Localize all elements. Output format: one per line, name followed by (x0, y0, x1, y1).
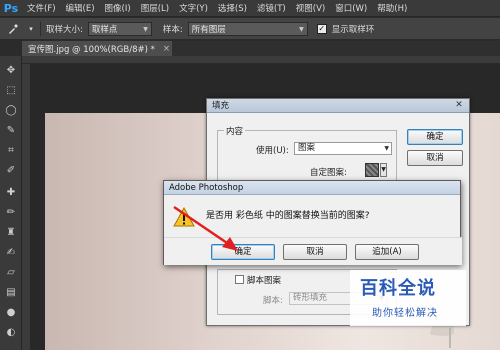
alert-cancel-button[interactable]: 取消 (283, 244, 347, 260)
show-ring-checkbox[interactable]: ✓ (316, 23, 327, 34)
sample-label: 样本: (162, 24, 183, 35)
use-value: 图案 (298, 143, 316, 153)
chevron-down-icon[interactable]: ▼ (380, 163, 387, 177)
photoshop-logo: Ps (3, 1, 19, 15)
chevron-down-icon: ▼ (299, 25, 304, 33)
healing-tool-icon[interactable]: ✚ (4, 186, 18, 200)
close-icon[interactable]: ✕ (453, 100, 465, 111)
menu-bar: Ps 文件(F) 编辑(E) 图像(I) 图层(L) 文字(Y) 选择(S) 滤… (0, 0, 500, 17)
eyedropper-tool-icon[interactable]: ✐ (4, 164, 18, 178)
menu-type[interactable]: 文字(Y) (174, 2, 213, 14)
crop-tool-icon[interactable]: ⌗ (4, 144, 18, 158)
ruler-vertical (22, 64, 30, 350)
sample-size-select[interactable]: 取样点 ▼ (87, 21, 152, 36)
gradient-tool-icon[interactable]: ▤ (4, 286, 18, 300)
menu-filter[interactable]: 滤镜(T) (252, 2, 291, 14)
eyedropper-icon[interactable] (4, 21, 22, 37)
sample-select[interactable]: 所有图层 ▼ (187, 21, 308, 36)
history-brush-icon[interactable]: ✍ (4, 246, 18, 260)
divider (40, 21, 41, 36)
use-label: 使用(U): (256, 146, 289, 156)
menu-image[interactable]: 图像(I) (100, 2, 136, 14)
lasso-tool-icon[interactable]: ◯ (4, 104, 18, 118)
menu-edit[interactable]: 编辑(E) (61, 2, 100, 14)
menu-help[interactable]: 帮助(H) (372, 2, 412, 14)
menu-layer[interactable]: 图层(L) (136, 2, 174, 14)
cancel-button[interactable]: 取消 (407, 150, 463, 166)
brush-tool-icon[interactable]: ✏ (4, 206, 18, 220)
move-tool-icon[interactable]: ✥ (4, 64, 18, 78)
script-label: 脚本: (263, 296, 283, 306)
chevron-down-icon[interactable]: ▾ (27, 21, 35, 37)
fill-dialog-title: 填充 (207, 99, 469, 113)
script-value: 砖形填充 (293, 293, 328, 303)
menu-window[interactable]: 窗口(W) (330, 2, 372, 14)
sample-size-value: 取样点 (91, 24, 118, 35)
menu-view[interactable]: 视图(V) (291, 2, 330, 14)
quick-select-tool-icon[interactable]: ✎ (4, 124, 18, 138)
watermark-title: 百科全说 (360, 278, 436, 299)
options-bar: ▾ 取样大小: 取样点 ▼ 样本: 所有图层 ▼ ✓ 显示取样环 (0, 18, 500, 40)
watermark: 百科全说 助你轻松解决 (350, 270, 466, 326)
document-tab[interactable]: 宣传图.jpg @ 100%(RGB/8#) * × (22, 41, 172, 56)
custom-pattern-label: 自定图案: (310, 168, 347, 178)
dodge-tool-icon[interactable]: ◐ (4, 326, 18, 340)
eraser-tool-icon[interactable]: ▱ (4, 266, 18, 280)
chevron-down-icon: ▼ (143, 25, 148, 33)
script-pattern-checkbox[interactable] (235, 275, 244, 284)
ok-button[interactable]: 确定 (407, 129, 463, 145)
script-pattern-label: 脚本图案 (247, 276, 282, 286)
close-icon[interactable]: × (163, 44, 170, 54)
menu-select[interactable]: 选择(S) (213, 2, 252, 14)
document-tab-bar: 宣传图.jpg @ 100%(RGB/8#) * × (22, 41, 500, 56)
alert-append-button[interactable]: 追加(A) (355, 244, 419, 260)
show-ring-label: 显示取样环 (331, 24, 375, 35)
chevron-down-icon: ▼ (384, 145, 389, 152)
annotation-arrow (173, 205, 238, 251)
sample-size-label: 取样大小: (46, 24, 83, 35)
pattern-swatch[interactable] (365, 163, 379, 177)
document-tab-label: 宣传图.jpg @ 100%(RGB/8#) * (28, 44, 155, 55)
stamp-tool-icon[interactable]: ♜ (4, 226, 18, 240)
marquee-tool-icon[interactable]: ⬚ (4, 84, 18, 98)
toolbox: ✥ ⬚ ◯ ✎ ⌗ ✐ ✚ ✏ ♜ ✍ ▱ ▤ ● ◐ (0, 56, 22, 350)
watermark-subtitle: 助你轻松解决 (372, 308, 438, 319)
sample-value: 所有图层 (191, 24, 226, 35)
ruler-horizontal (22, 56, 500, 64)
menu-file[interactable]: 文件(F) (22, 2, 61, 14)
use-select[interactable]: 图案 ▼ (294, 142, 392, 155)
blur-tool-icon[interactable]: ● (4, 306, 18, 320)
alert-title: Adobe Photoshop (164, 181, 460, 195)
content-group-label: 内容 (224, 125, 246, 137)
